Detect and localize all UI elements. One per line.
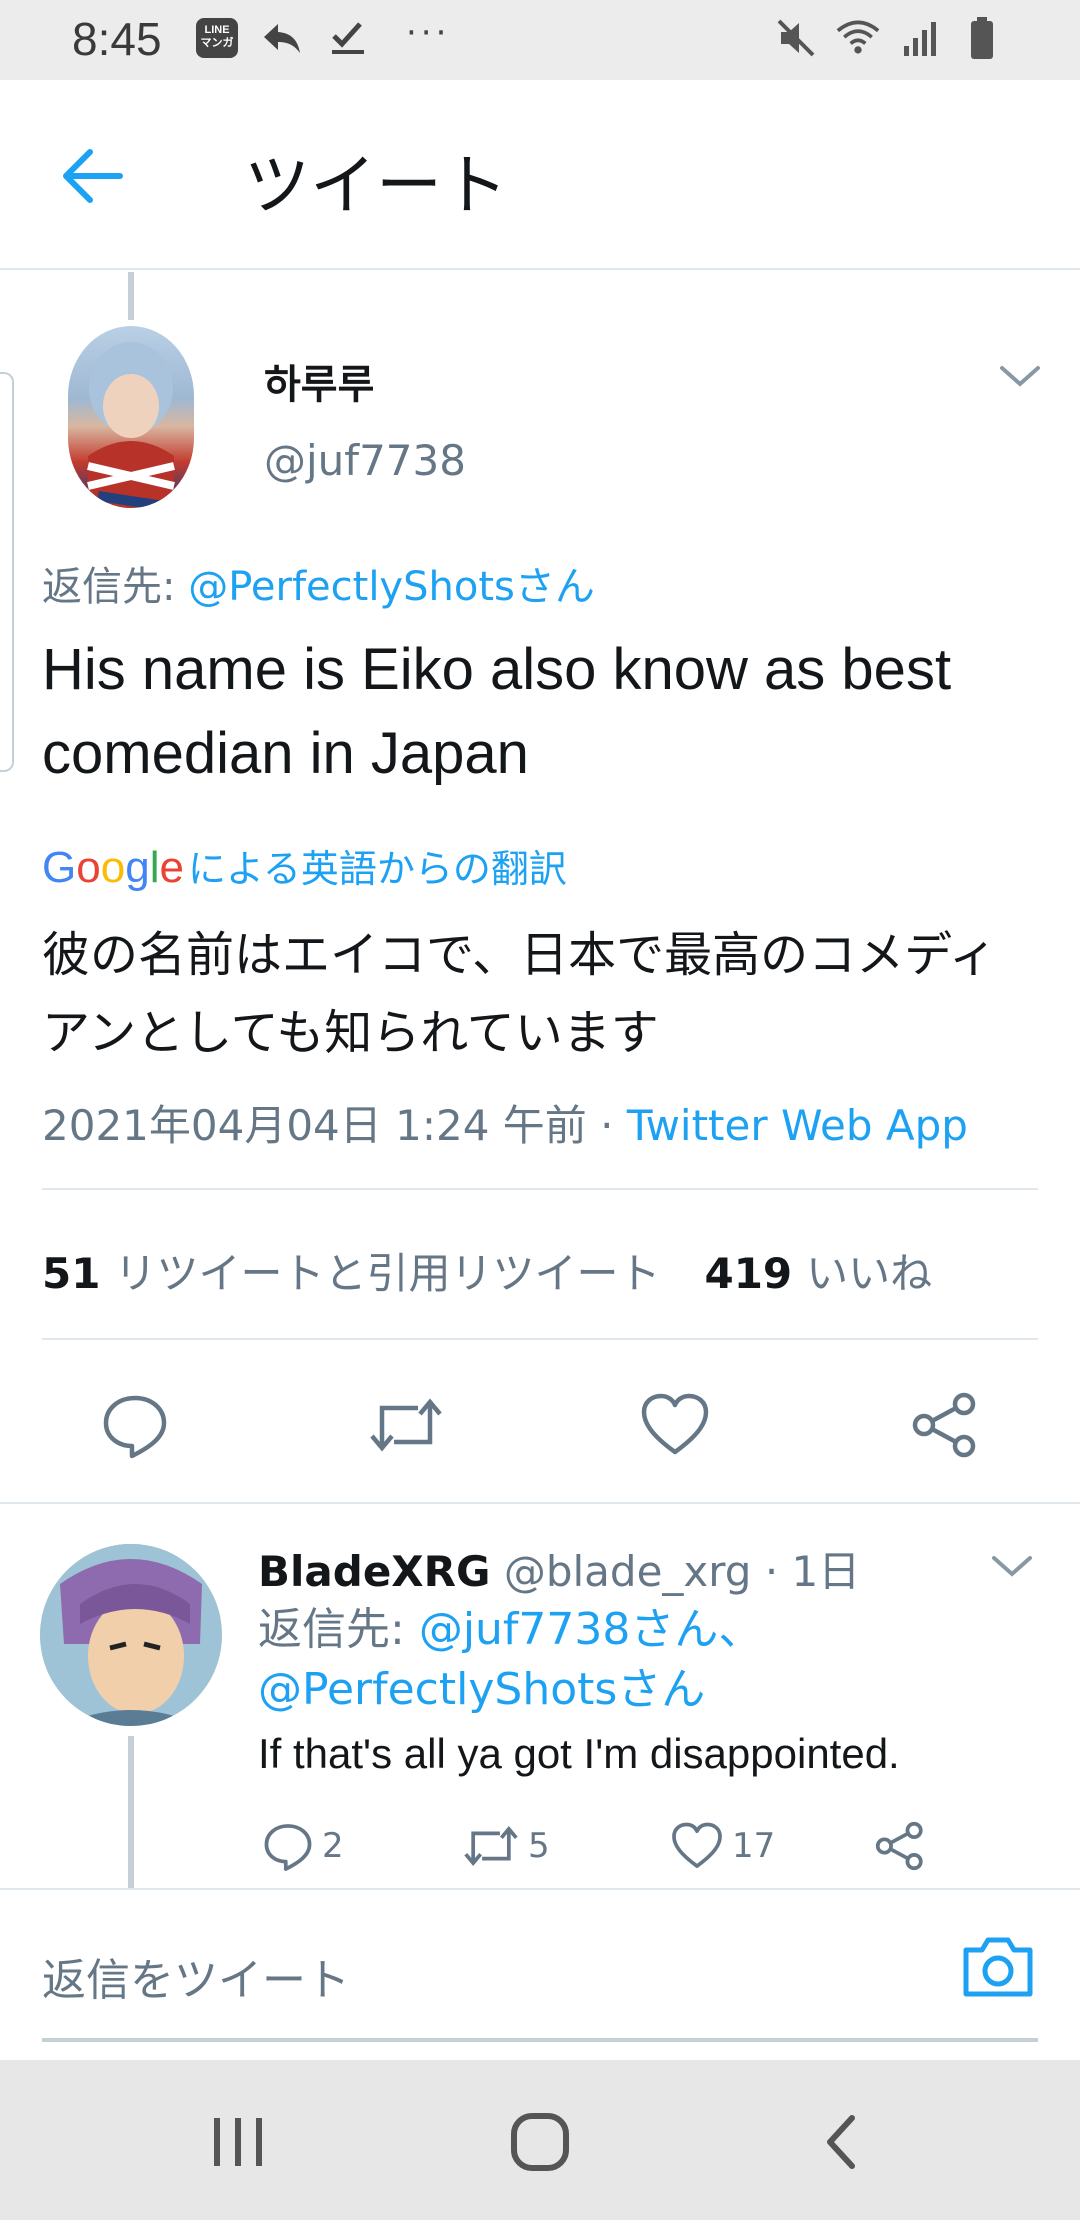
author-handle[interactable]: @juf7738 <box>264 436 466 485</box>
compose-underline <box>42 2038 1038 2042</box>
google-logo: Google <box>42 843 184 892</box>
reply-reply-to-label: 返信先: <box>258 1604 419 1655</box>
tweet-client-link[interactable]: Twitter Web App <box>627 1101 968 1150</box>
translation-label: による英語からの翻訳 <box>187 847 567 891</box>
camera-button[interactable] <box>962 1934 1034 1998</box>
back-button[interactable] <box>60 146 124 206</box>
author-avatar[interactable] <box>68 326 194 508</box>
reply-text: If that's all ya got I'm disappointed. <box>258 1730 900 1777</box>
retweet-icon <box>464 1826 518 1866</box>
wifi-icon <box>836 16 880 60</box>
chevron-down-icon <box>992 1556 1032 1577</box>
tweet-text: His name is Eiko also know as best comed… <box>42 637 952 786</box>
home-button[interactable] <box>508 2112 572 2172</box>
line-manga-icon: LINE マンガ <box>196 18 238 58</box>
divider <box>42 1188 1038 1190</box>
home-icon <box>511 2113 569 2171</box>
heart-icon <box>641 1393 709 1455</box>
tweet-menu-button[interactable] <box>996 358 1044 394</box>
reply-header: BladeXRG @blade_xrg · 1日 <box>258 1538 860 1599</box>
reply-retweet-count: 5 <box>528 1826 550 1866</box>
app-header: ツイート <box>0 80 1080 270</box>
likes-label: いいね <box>806 1249 933 1298</box>
retweet-icon <box>370 1398 442 1452</box>
reply-icon <box>103 1395 167 1459</box>
back-chevron-icon <box>827 2115 855 2169</box>
retweets-label: リツイートと引用リツイート <box>114 1249 661 1298</box>
status-time: 8:45 <box>72 13 162 65</box>
recent-apps-button[interactable] <box>206 2112 270 2172</box>
reply-handle-time: @blade_xrg · 1日 <box>490 1547 861 1596</box>
signal-icon <box>898 16 942 60</box>
page-title: ツイート <box>244 147 508 224</box>
reply-like-count: 17 <box>732 1826 776 1866</box>
reply-menu-button[interactable] <box>988 1548 1036 1584</box>
recent-apps-icon <box>214 2118 262 2166</box>
meta-separator: · <box>586 1101 627 1150</box>
reply-author-name[interactable]: BladeXRG <box>258 1547 491 1596</box>
mute-icon <box>774 16 818 60</box>
retweets-stat[interactable]: 51 リツイートと引用リツイート <box>42 1249 660 1298</box>
heart-icon <box>672 1822 722 1868</box>
compose-bar: 返信をツイート <box>0 1888 1080 2060</box>
more-dots-icon: ··· <box>406 13 451 53</box>
retweets-count: 51 <box>42 1249 101 1298</box>
status-bar: 8:45 LINE マンガ ··· <box>0 0 1080 80</box>
likes-stat[interactable]: 419 いいね <box>704 1249 932 1298</box>
reply-author-avatar[interactable] <box>40 1544 222 1726</box>
status-notification-icons: LINE マンガ ··· <box>196 13 451 60</box>
reply-to-mention-link[interactable]: @PerfectlyShotsさん <box>188 564 595 610</box>
thread-line <box>128 272 134 320</box>
share-icon <box>912 1392 976 1458</box>
reply-action-bar: 2 5 17 <box>258 1820 1058 1890</box>
tweet-stats: 51 リツイートと引用リツイート 419 いいね <box>42 1240 932 1301</box>
tweet-action-bar <box>0 1380 1080 1470</box>
share-icon <box>875 1821 923 1871</box>
tweet-meta: 2021年04月04日 1:24 午前 · Twitter Web App <box>42 1092 968 1153</box>
like-button[interactable] <box>640 1390 710 1460</box>
author-name[interactable]: 하루루 <box>264 352 374 410</box>
reply-like-button[interactable]: 17 <box>670 1820 775 1872</box>
likes-count: 419 <box>704 1249 793 1298</box>
reply-reply-to-line: 返信先: @juf7738さん、@PerfectlyShotsさん <box>258 1600 1038 1720</box>
back-nav-button[interactable] <box>812 2112 876 2172</box>
reply-share-button[interactable] <box>874 1820 926 1872</box>
reply-to-line: 返信先: @PerfectlyShotsさん <box>42 554 595 612</box>
reply-icon <box>264 1824 312 1871</box>
translation-attribution[interactable]: Google による英語からの翻訳 <box>42 838 567 893</box>
edge-handle <box>0 372 14 772</box>
reply-arrow-icon <box>260 16 304 60</box>
system-nav-bar <box>0 2060 1080 2220</box>
retweet-button[interactable] <box>368 1390 442 1460</box>
camera-icon <box>963 1937 1033 1997</box>
status-system-icons <box>774 16 1004 60</box>
back-arrow-icon <box>63 149 123 203</box>
section-divider <box>0 1502 1080 1504</box>
reply-reply-count: 2 <box>322 1826 344 1866</box>
divider <box>42 1338 1038 1340</box>
reply-button[interactable] <box>100 1390 170 1460</box>
translated-text: 彼の名前はエイコで、日本で最高のコメディアンとしても知られています <box>42 927 997 1061</box>
reply-compose-input[interactable]: 返信をツイート <box>42 1944 350 2008</box>
share-button[interactable] <box>910 1390 980 1460</box>
reply-to-label: 返信先: <box>42 564 189 610</box>
reply-retweet-button[interactable]: 5 <box>462 1820 550 1872</box>
check-icon <box>326 16 370 60</box>
thread-line <box>128 1736 134 1888</box>
tweet-datetime: 2021年04月04日 1:24 午前 <box>42 1101 587 1150</box>
chevron-down-icon <box>1000 366 1040 387</box>
reply-reply-button[interactable]: 2 <box>262 1820 344 1872</box>
battery-icon <box>960 16 1004 60</box>
